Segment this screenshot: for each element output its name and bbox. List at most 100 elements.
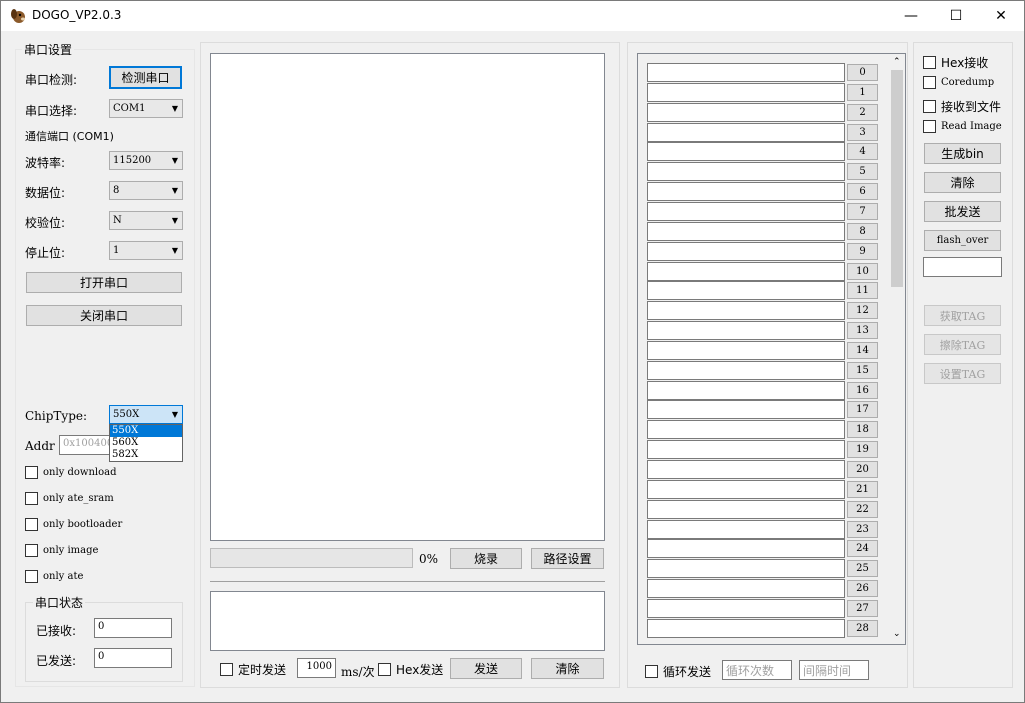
batch-row-send-button[interactable]: 8 <box>847 222 878 240</box>
batch-row-input[interactable] <box>647 559 845 579</box>
batch-row-send-button[interactable]: 14 <box>847 341 878 359</box>
send-textarea[interactable] <box>210 591 605 651</box>
batch-row-send-button[interactable]: 6 <box>847 183 878 201</box>
batch-row-send-button[interactable]: 20 <box>847 461 878 478</box>
batch-row-send-button[interactable]: 23 <box>847 520 878 538</box>
batch-row-send-button[interactable]: 27 <box>847 599 878 617</box>
batch-row-input[interactable] <box>647 301 845 321</box>
batch-row-send-button[interactable]: 26 <box>847 580 878 598</box>
clear-button[interactable]: 清除 <box>924 172 1001 193</box>
loop-send-checkbox[interactable]: 循环发送 <box>645 663 711 680</box>
batch-row-input[interactable] <box>647 499 845 519</box>
batch-row-input[interactable] <box>647 321 845 341</box>
batch-row-input[interactable] <box>647 63 845 82</box>
maximize-button[interactable]: ☐ <box>933 1 979 31</box>
only-download-checkbox[interactable]: only download <box>25 466 117 479</box>
scrollbar-thumb[interactable] <box>891 70 903 287</box>
batch-row-input[interactable] <box>647 261 845 281</box>
batch-row-input[interactable] <box>647 102 845 122</box>
batch-row-send-button[interactable]: 24 <box>847 540 878 558</box>
read-image-checkbox[interactable]: Read Image <box>923 120 1002 133</box>
only-image-checkbox[interactable]: only image <box>25 544 98 557</box>
path-settings-button[interactable]: 路径设置 <box>531 548 604 569</box>
close-button[interactable]: ✕ <box>978 1 1024 31</box>
batch-row-send-button[interactable]: 9 <box>847 242 878 260</box>
loop-count-input[interactable]: 循环次数 <box>722 660 792 680</box>
batch-send-button[interactable]: 批发送 <box>924 201 1001 222</box>
scroll-up-icon[interactable]: ⌃ <box>893 57 901 67</box>
open-serial-button[interactable]: 打开串口 <box>26 272 182 293</box>
timed-send-checkbox[interactable]: 定时发送 <box>220 661 286 678</box>
batch-row-input[interactable] <box>647 579 845 599</box>
batch-row-input[interactable] <box>647 360 845 380</box>
batch-row-input[interactable] <box>647 539 845 559</box>
loop-interval-input[interactable]: 间隔时间 <box>799 660 869 680</box>
baud-select[interactable]: 115200 ▼ <box>109 151 183 170</box>
batch-row-input[interactable] <box>647 440 845 460</box>
chiptype-option[interactable]: 560X <box>110 437 182 449</box>
batch-row-send-button[interactable]: 18 <box>847 421 878 439</box>
batch-row-send-button[interactable]: 22 <box>847 500 878 518</box>
send-button[interactable]: 发送 <box>450 658 522 679</box>
stopbits-select[interactable]: 1 ▼ <box>109 241 183 260</box>
batch-row-send-button[interactable]: 3 <box>847 123 878 141</box>
batch-row-send-button[interactable]: 7 <box>847 202 878 220</box>
generate-bin-button[interactable]: 生成bin <box>924 143 1001 164</box>
batch-row-input[interactable] <box>647 281 845 301</box>
batch-row-send-button[interactable]: 25 <box>847 560 878 578</box>
detect-serial-button[interactable]: 检测串口 <box>109 66 182 89</box>
batch-row-input[interactable] <box>647 598 845 618</box>
batch-row-input[interactable] <box>647 460 845 479</box>
close-serial-button[interactable]: 关闭串口 <box>26 305 182 326</box>
batch-row-input[interactable] <box>647 618 845 638</box>
batch-row-input[interactable] <box>647 380 845 400</box>
batch-row-input[interactable] <box>647 479 845 499</box>
chiptype-select[interactable]: 550X ▼ <box>109 405 183 424</box>
receive-to-file-checkbox[interactable]: 接收到文件 <box>923 98 1001 115</box>
set-tag-button[interactable]: 设置TAG <box>924 363 1001 384</box>
burn-button[interactable]: 烧录 <box>450 548 522 569</box>
clear-send-button[interactable]: 清除 <box>531 658 604 679</box>
batch-row-input[interactable] <box>647 122 845 142</box>
chiptype-option[interactable]: 550X <box>110 425 182 437</box>
only-ate-checkbox[interactable]: only ate <box>25 570 83 583</box>
batch-row-send-button[interactable]: 1 <box>847 83 878 101</box>
chiptype-option[interactable]: 582X <box>110 449 182 461</box>
batch-row-send-button[interactable]: 10 <box>847 262 878 280</box>
batch-row-send-button[interactable]: 5 <box>847 163 878 181</box>
erase-tag-button[interactable]: 擦除TAG <box>924 334 1001 355</box>
batch-row-send-button[interactable]: 17 <box>847 401 878 419</box>
hex-receive-checkbox[interactable]: Hex接收 <box>923 54 988 71</box>
batch-row-input[interactable] <box>647 162 845 182</box>
interval-input[interactable]: 1000 <box>297 658 336 678</box>
batch-row-send-button[interactable]: 2 <box>847 103 878 121</box>
batch-row-input[interactable] <box>647 201 845 221</box>
hex-send-checkbox[interactable]: Hex发送 <box>378 661 443 678</box>
only-ate-sram-checkbox[interactable]: only ate_sram <box>25 492 114 505</box>
only-bootloader-checkbox[interactable]: only bootloader <box>25 518 122 531</box>
batch-row-send-button[interactable]: 12 <box>847 302 878 320</box>
port-select[interactable]: COM1 ▼ <box>109 99 183 118</box>
batch-row-input[interactable] <box>647 400 845 420</box>
flash-input[interactable] <box>923 257 1002 277</box>
batch-row-input[interactable] <box>647 142 845 162</box>
batch-row-input[interactable] <box>647 221 845 241</box>
get-tag-button[interactable]: 获取TAG <box>924 305 1001 326</box>
minimize-button[interactable]: — <box>888 1 934 31</box>
batch-row-send-button[interactable]: 28 <box>847 619 878 637</box>
batch-row-input[interactable] <box>647 519 845 539</box>
batch-row-send-button[interactable]: 4 <box>847 143 878 161</box>
batch-row-send-button[interactable]: 11 <box>847 282 878 300</box>
batch-row-send-button[interactable]: 16 <box>847 381 878 399</box>
coredump-checkbox[interactable]: Coredump <box>923 76 994 89</box>
batch-row-input[interactable] <box>647 241 845 261</box>
batch-row-input[interactable] <box>647 420 845 440</box>
batch-row-input[interactable] <box>647 340 845 360</box>
batch-row-input[interactable] <box>647 82 845 102</box>
batch-row-send-button[interactable]: 13 <box>847 322 878 340</box>
parity-select[interactable]: N ▼ <box>109 211 183 230</box>
scroll-down-icon[interactable]: ⌄ <box>893 629 901 639</box>
batch-row-send-button[interactable]: 15 <box>847 361 878 379</box>
batch-row-send-button[interactable]: 21 <box>847 480 878 498</box>
batch-row-send-button[interactable]: 0 <box>847 64 878 81</box>
